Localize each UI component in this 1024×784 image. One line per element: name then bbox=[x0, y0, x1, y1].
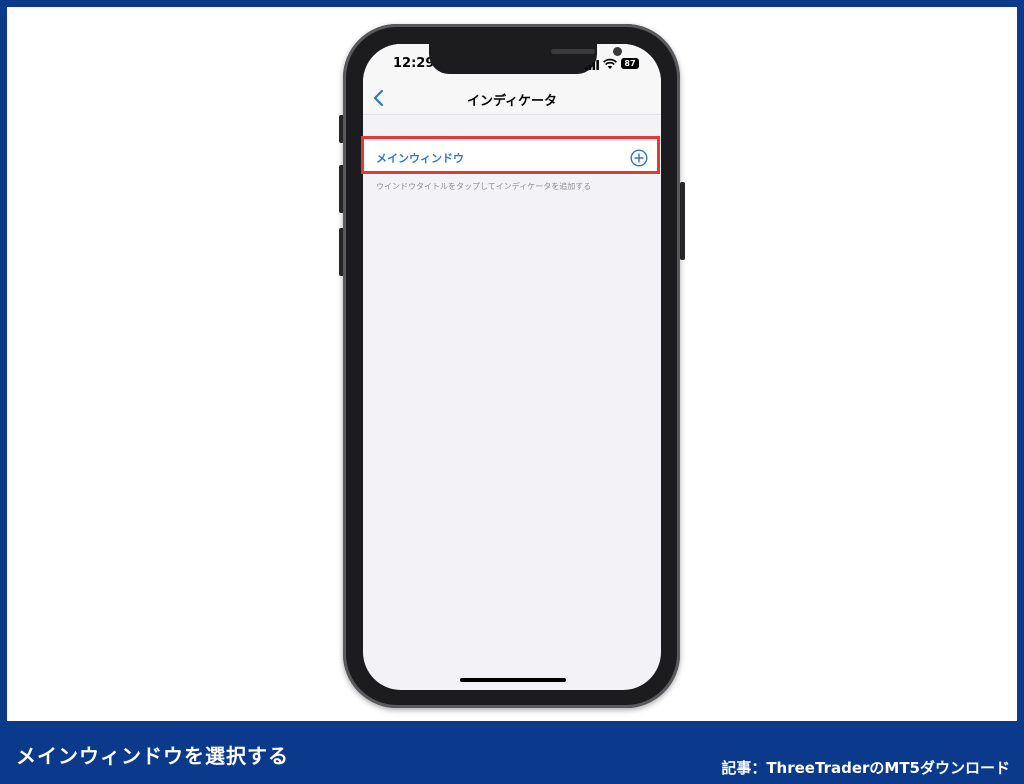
front-camera bbox=[613, 47, 622, 56]
hint-text: ウインドウタイトルをタップしてインディケータを追加する bbox=[376, 182, 592, 191]
caption-text: メインウィンドウを選択する bbox=[16, 744, 289, 768]
speaker-grille bbox=[551, 49, 595, 54]
home-indicator bbox=[460, 678, 566, 682]
notch bbox=[429, 44, 622, 74]
page-title: インディケータ bbox=[466, 94, 558, 109]
status-bar: 12:29 87 bbox=[363, 44, 661, 84]
article-credit: 記事：ThreeTraderのMT5ダウンロード bbox=[721, 759, 1010, 777]
battery-icon: 87 bbox=[621, 58, 639, 69]
phone-screen: 12:29 87 インディケータ メインウィンドウ ウインドウタイトルをタップし… bbox=[363, 44, 661, 690]
navigation-bar: インディケータ bbox=[363, 84, 661, 115]
status-time: 12:29 bbox=[393, 56, 435, 71]
phone-side-button bbox=[680, 182, 685, 260]
signal-icon bbox=[585, 60, 599, 70]
plus-circle-icon[interactable] bbox=[630, 149, 648, 167]
main-window-label[interactable]: メインウィンドウ bbox=[376, 150, 464, 166]
main-window-row[interactable]: メインウィンドウ bbox=[363, 141, 661, 175]
wifi-icon bbox=[603, 58, 617, 69]
